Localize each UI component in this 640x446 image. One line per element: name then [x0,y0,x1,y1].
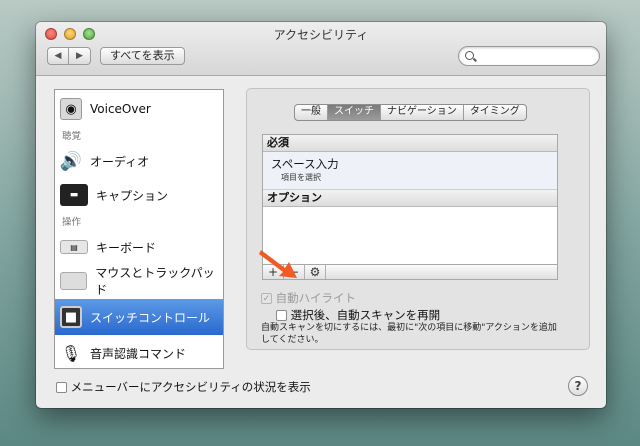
menubar-status-option[interactable]: メニューバーにアクセシビリティの状況を表示 [56,379,311,395]
list-toolbar: + − ⚙ [262,264,558,280]
required-header: 必須 [263,135,557,152]
show-all-button[interactable]: すべてを表示 [100,47,185,65]
switch-control-icon: ■ [60,306,82,328]
annotation-arrow [259,250,297,278]
resume-scan-option[interactable]: 選択後、自動スキャンを再開 [276,307,440,323]
sidebar-item-label: VoiceOver [90,102,151,116]
help-button[interactable]: ? [568,376,588,396]
menubar-status-checkbox[interactable] [56,382,67,393]
menubar-status-label: メニューバーにアクセシビリティの状況を表示 [70,380,311,394]
sidebar-item-voiceover[interactable]: ◉ VoiceOver [55,94,223,124]
auto-scan-note: 自動スキャンを切にするには、最初に"次の項目に移動"アクションを追加してください… [261,323,557,345]
sidebar-item-label: キーボード [96,240,157,255]
tab-switches[interactable]: スイッチ [327,105,380,120]
sidebar-category-interaction: 操作 [62,217,82,228]
microphone-icon: 🎙 [60,343,82,363]
auto-highlight-label: 自動ハイライト [275,291,356,305]
tab-bar: 一般 スイッチ ナビゲーション タイミング [294,104,527,121]
options-header: オプション [263,190,557,207]
caption-icon: ▬ [60,184,88,206]
sidebar-item-captions[interactable]: ▬ キャプション [55,179,223,211]
auto-highlight-option[interactable]: ✓ 自動ハイライト [261,290,356,306]
sidebar-item-label: 音声認識コマンド [90,346,187,361]
search-field[interactable] [458,46,600,66]
nav-buttons: ◀ ▶ [47,47,91,65]
sidebar-item-keyboard[interactable]: ▤ キーボード [55,231,223,263]
back-button[interactable]: ◀ [47,47,69,65]
sidebar-item-dictation-commands[interactable]: 🎙 音声認識コマンド [55,337,223,368]
switch-list[interactable]: 必須 スペース入力 項目を選択 オプション [262,134,558,265]
search-icon [465,51,474,60]
window-title: アクセシビリティ [273,28,369,42]
sidebar-item-audio[interactable]: 🔊 オーディオ [55,145,223,177]
speaker-icon: 🔊 [59,150,83,172]
search-input[interactable] [479,49,594,63]
category-sidebar: ◉ VoiceOver 聴覚 🔊 オーディオ ▬ キャプション 操作 ▤ キーボ… [54,89,224,369]
gear-icon[interactable]: ⚙ [305,265,326,279]
switch-item-title: スペース入力 [271,157,339,171]
list-item[interactable]: スペース入力 項目を選択 [263,152,557,190]
sidebar-item-mouse-trackpad[interactable]: マウスとトラックパッド [55,265,223,297]
sidebar-category-hearing: 聴覚 [62,131,82,142]
voiceover-icon: ◉ [60,98,82,120]
forward-button[interactable]: ▶ [69,47,91,65]
tab-general[interactable]: 一般 [295,105,327,120]
sidebar-item-label: キャプション [96,188,169,203]
auto-highlight-checkbox[interactable]: ✓ [261,293,272,304]
tab-navigation[interactable]: ナビゲーション [380,105,463,120]
sidebar-item-label: マウスとトラックパッド [95,266,215,297]
sidebar-item-switch-control[interactable]: ■ スイッチコントロール [55,299,223,335]
sidebar-item-label: オーディオ [90,154,150,169]
resume-scan-checkbox[interactable] [276,310,287,321]
chevron-left-icon: ◀ [54,51,62,61]
preferences-window: アクセシビリティ ◀ ▶ すべてを表示 ◉ VoiceOver 聴覚 🔊 オーデ… [36,22,606,408]
tab-timing[interactable]: タイミング [462,105,526,120]
chevron-right-icon: ▶ [76,51,83,61]
keyboard-icon: ▤ [60,240,88,254]
mouse-trackpad-icon [60,272,88,290]
resume-scan-label: 選択後、自動スキャンを再開 [290,308,441,322]
sidebar-item-label: スイッチコントロール [90,310,211,325]
switch-item-action: 項目を選択 [281,173,321,182]
title-bar: アクセシビリティ ◀ ▶ すべてを表示 [36,22,606,76]
